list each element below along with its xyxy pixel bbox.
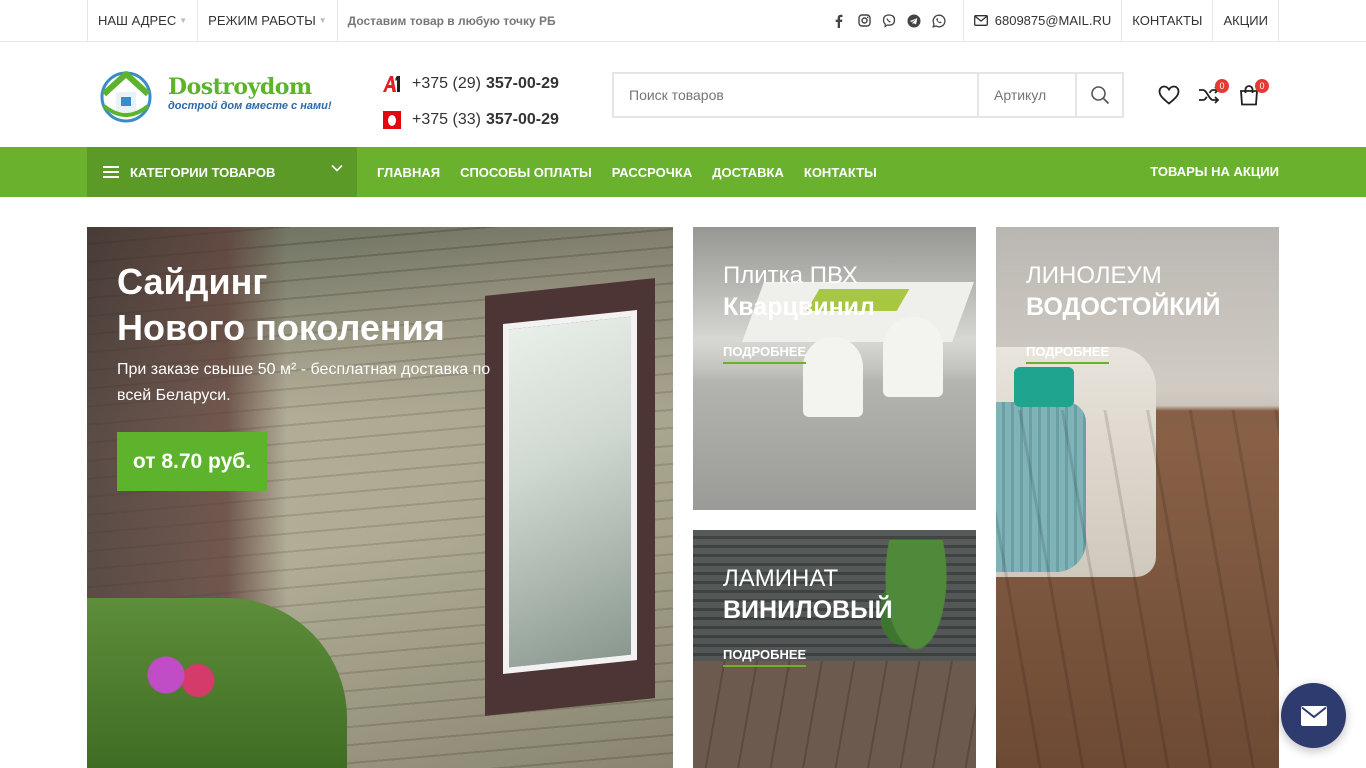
- article-input[interactable]: [979, 74, 1077, 116]
- heart-icon: [1158, 85, 1180, 105]
- viber-icon[interactable]: [882, 13, 897, 28]
- siding-banner-text: При заказе свыше 50 м² - бесплатная дост…: [117, 361, 491, 404]
- search-form: [612, 72, 1124, 118]
- nav-item-installments[interactable]: РАССРОЧКА: [612, 165, 692, 180]
- pillow-image: [1014, 367, 1074, 407]
- house-logo-icon: [100, 71, 152, 123]
- window-image: [485, 278, 655, 716]
- a1-logo-icon: [382, 74, 402, 94]
- envelope-icon: [973, 15, 988, 26]
- laminate-banner[interactable]: ЛАМИНАТ ВИНИЛОВЫЙ ПОДРОБНЕЕ: [693, 530, 976, 768]
- laminate-line1: ЛАМИНАТ: [723, 565, 839, 592]
- siding-banner[interactable]: Сайдинг Нового поколения При заказе свыш…: [87, 227, 673, 768]
- cart-count-badge: 0: [1255, 79, 1269, 93]
- chevron-down-icon: ▼: [318, 16, 327, 25]
- chair-image: [803, 337, 863, 417]
- siding-price-badge[interactable]: от 8.70 руб.: [117, 432, 267, 491]
- linoleum-banner[interactable]: ЛИНОЛЕУМ ВОДОСТОЙКИЙ ПОДРОБНЕЕ: [996, 227, 1279, 768]
- address-dropdown[interactable]: НАШ АДРЕС ▼: [87, 0, 197, 41]
- telegram-icon[interactable]: [907, 13, 922, 28]
- logo-tagline: дострой дом вместе с нами!: [168, 100, 332, 112]
- nav-item-payment[interactable]: СПОСОБЫ ОПЛАТЫ: [460, 165, 592, 180]
- delivery-note: Доставим товар в любую точку РБ: [336, 0, 566, 41]
- nav-menu: ГЛАВНАЯ СПОСОБЫ ОПЛАТЫ РАССРОЧКА ДОСТАВК…: [377, 147, 877, 197]
- search-button[interactable]: [1077, 74, 1122, 116]
- message-button[interactable]: [1281, 683, 1346, 748]
- menu-icon: [103, 163, 119, 181]
- nav-item-delivery[interactable]: ДОСТАВКА: [712, 165, 784, 180]
- siding-title-line1: Сайдинг: [117, 261, 268, 302]
- email-link[interactable]: 6809875@MAIL.RU: [962, 0, 1122, 41]
- flowers-image: [142, 653, 222, 708]
- header-actions: 0 0: [1158, 79, 1269, 108]
- whatsapp-icon[interactable]: [932, 13, 947, 28]
- siding-title-line2: Нового поколения: [117, 307, 445, 348]
- logo-name: Dostroydom: [168, 74, 312, 100]
- pvc-tile-line1: Плитка ПВХ: [723, 262, 858, 289]
- pvc-tile-line2: Кварцвинил: [723, 293, 875, 321]
- linoleum-more-link[interactable]: ПОДРОБНЕЕ: [1026, 344, 1110, 364]
- wishlist-button[interactable]: [1158, 82, 1180, 108]
- compare-button[interactable]: 0: [1198, 79, 1229, 108]
- promos-link[interactable]: АКЦИИ: [1212, 0, 1279, 41]
- instagram-icon[interactable]: [857, 13, 872, 28]
- phone-mts-prefix: +375 (33): [412, 111, 481, 128]
- compare-count-badge: 0: [1215, 79, 1229, 93]
- hours-dropdown[interactable]: РЕЖИМ РАБОТЫ ▼: [197, 0, 336, 41]
- wood-floor-image: [996, 410, 1279, 768]
- linoleum-line2: ВОДОСТОЙКИЙ: [1026, 293, 1221, 321]
- laminate-more-link[interactable]: ПОДРОБНЕЕ: [723, 647, 807, 667]
- categories-label: КАТЕГОРИИ ТОВАРОВ: [130, 164, 276, 180]
- phone-a1-prefix: +375 (29): [412, 75, 481, 92]
- siding-banner-title: Сайдинг Нового поколения: [117, 259, 445, 351]
- chair-image: [883, 317, 943, 397]
- email-text: 6809875@MAIL.RU: [994, 13, 1112, 28]
- phone-mts-number: 357-00-29: [485, 111, 559, 128]
- address-label: НАШ АДРЕС: [98, 13, 177, 28]
- nav-item-contacts[interactable]: КОНТАКТЫ: [804, 165, 877, 180]
- search-icon: [1090, 86, 1109, 105]
- cart-button[interactable]: 0: [1238, 79, 1269, 108]
- chevron-down-icon: ▼: [179, 16, 188, 25]
- phone-a1-number: 357-00-29: [485, 75, 559, 92]
- pvc-tile-banner[interactable]: Плитка ПВХ Кварцвинил ПОДРОБНЕЕ: [693, 227, 976, 510]
- mts-logo-icon: [382, 110, 402, 130]
- facebook-icon[interactable]: [832, 13, 847, 28]
- contacts-link[interactable]: КОНТАКТЫ: [1121, 0, 1212, 41]
- phone-a1[interactable]: +375 (29) 357-00-29: [382, 66, 559, 102]
- nav-item-promo-products[interactable]: ТОВАРЫ НА АКЦИИ: [1150, 164, 1279, 179]
- envelope-icon: [1300, 705, 1327, 726]
- nav-item-home[interactable]: ГЛАВНАЯ: [377, 165, 440, 180]
- logo[interactable]: Dostroydom дострой дом вместе с нами!: [96, 66, 332, 124]
- main-nav: КАТЕГОРИИ ТОВАРОВ ГЛАВНАЯ СПОСОБЫ ОПЛАТЫ…: [0, 147, 1366, 197]
- social-links: [822, 0, 963, 41]
- laminate-line2: ВИНИЛОВЫЙ: [723, 596, 893, 624]
- search-input[interactable]: [614, 74, 979, 116]
- wet-floor-image: [693, 660, 976, 768]
- linoleum-line1: ЛИНОЛЕУМ: [1026, 262, 1162, 289]
- hours-label: РЕЖИМ РАБОТЫ: [208, 13, 316, 28]
- site-header: Dostroydom дострой дом вместе с нами! +3…: [0, 42, 1366, 147]
- phone-mts[interactable]: +375 (33) 357-00-29: [382, 102, 559, 138]
- pvc-tile-more-link[interactable]: ПОДРОБНЕЕ: [723, 344, 807, 364]
- categories-dropdown[interactable]: КАТЕГОРИИ ТОВАРОВ: [87, 147, 357, 197]
- phone-list: +375 (29) 357-00-29 +375 (33) 357-00-29: [382, 66, 559, 138]
- top-bar: НАШ АДРЕС ▼ РЕЖИМ РАБОТЫ ▼ Доставим това…: [0, 0, 1366, 42]
- chevron-down-icon: [331, 164, 343, 172]
